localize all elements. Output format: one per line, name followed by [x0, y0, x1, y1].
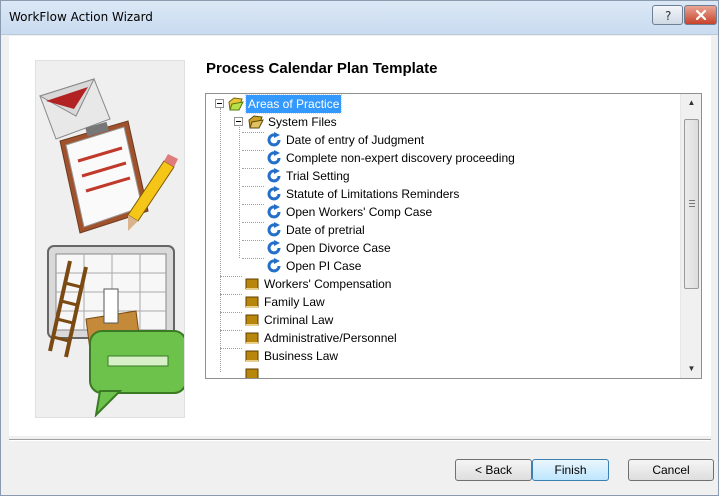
- tree-line: [242, 186, 264, 187]
- tree-line: [242, 168, 264, 169]
- tree-item-template[interactable]: Statute of Limitations Reminders: [266, 185, 461, 203]
- close-icon: [695, 9, 706, 21]
- tree-scrollbar[interactable]: ▲ ▼: [680, 94, 701, 378]
- tree-node-folder[interactable]: Family Law: [244, 293, 327, 311]
- tree-line: [242, 132, 264, 133]
- tree-item-template[interactable]: Open PI Case: [266, 257, 363, 275]
- recurring-cycle-icon: [267, 204, 281, 219]
- collapse-system-files-toggle[interactable]: [234, 117, 243, 126]
- tree-node-label: Administrative/Personnel: [264, 331, 397, 345]
- recurring-cycle-icon: [267, 186, 281, 201]
- tree-node-label: Business Law: [264, 349, 339, 363]
- back-button[interactable]: < Back: [455, 459, 532, 481]
- scroll-grip-icon: [689, 200, 695, 207]
- tree-line: [242, 204, 264, 205]
- scroll-up-arrow-icon[interactable]: ▲: [681, 94, 701, 112]
- wizard-illustration: [35, 60, 185, 418]
- wizard-window: WorkFlow Action Wizard ? Process Calenda…: [0, 0, 719, 496]
- scroll-down-arrow-icon[interactable]: ▼: [681, 360, 701, 378]
- tree-line: [220, 348, 242, 349]
- book-icon: [245, 368, 259, 378]
- collapse-root-toggle[interactable]: [215, 99, 224, 108]
- tree-item-label: Open Divorce Case: [286, 241, 391, 255]
- tree-item-label: Date of pretrial: [286, 223, 365, 237]
- recurring-cycle-icon: [267, 222, 281, 237]
- help-icon: ?: [665, 9, 671, 21]
- tree-item-label: Complete non-expert discovery proceeding: [286, 151, 515, 165]
- book-icon: [245, 278, 259, 290]
- tree-item-template[interactable]: Complete non-expert discovery proceeding: [266, 149, 517, 167]
- tree-node-system-files[interactable]: System Files: [248, 113, 339, 131]
- recurring-cycle-icon: [267, 258, 281, 273]
- tree-item-template[interactable]: Trial Setting: [266, 167, 352, 185]
- recurring-cycle-icon: [267, 168, 281, 183]
- tree-node-root[interactable]: Areas of Practice: [228, 94, 343, 114]
- tree-item-label: Open PI Case: [286, 259, 362, 273]
- tree-item-template[interactable]: Open Divorce Case: [266, 239, 393, 257]
- tree-line: [220, 276, 242, 277]
- svg-text:?: ?: [665, 9, 671, 21]
- tree-item-label: Date of entry of Judgment: [286, 133, 425, 147]
- tree-node-folder[interactable]: Workers' Compensation: [244, 275, 393, 293]
- tree-item-label: Open Workers' Comp Case: [286, 205, 433, 219]
- cancel-button[interactable]: Cancel: [628, 459, 714, 481]
- open-folder-icon: [228, 97, 244, 111]
- tree-line: [220, 108, 221, 372]
- close-button[interactable]: [684, 5, 717, 25]
- tree-item-label: Statute of Limitations Reminders: [286, 187, 460, 201]
- recurring-cycle-icon: [267, 150, 281, 165]
- tree-node-label: Family Law: [264, 295, 325, 309]
- tree-item-template[interactable]: Open Workers' Comp Case: [266, 203, 434, 221]
- wizard-content: Process Calendar Plan Template Areas of …: [9, 36, 711, 436]
- tree-line: [242, 150, 264, 151]
- page-title: Process Calendar Plan Template: [206, 60, 438, 77]
- book-icon: [245, 332, 259, 344]
- finish-button[interactable]: Finish: [532, 459, 609, 481]
- tree-node-label: Workers' Compensation: [264, 277, 392, 291]
- book-icon: [245, 314, 259, 326]
- tree-item-label: Trial Setting: [286, 169, 350, 183]
- scroll-thumb[interactable]: [684, 119, 699, 289]
- tree-node-folder[interactable]: Criminal Law: [244, 311, 335, 329]
- open-folder-icon: [248, 115, 264, 129]
- tree-line: [242, 222, 264, 223]
- tree-node-label: Criminal Law: [264, 313, 334, 327]
- title-bar: WorkFlow Action Wizard ?: [1, 1, 718, 35]
- book-icon: [245, 296, 259, 308]
- tree-line: [220, 312, 242, 313]
- tree-line: [220, 330, 242, 331]
- tree-line: [242, 258, 264, 259]
- tree-line: [220, 294, 242, 295]
- tree-node-folder[interactable]: Administrative/Personnel: [244, 329, 399, 347]
- tree-node-folder[interactable]: Business Law: [244, 347, 340, 365]
- tree-node-label: Areas of Practice: [244, 94, 343, 114]
- help-button[interactable]: ?: [652, 5, 683, 25]
- practice-tree[interactable]: Areas of Practice System Files Date of e…: [205, 93, 702, 379]
- tree-item-template[interactable]: Date of pretrial: [266, 221, 367, 239]
- tree-line: [242, 240, 264, 241]
- tree-line: [239, 123, 240, 258]
- book-icon: [245, 350, 259, 362]
- window-title: WorkFlow Action Wizard: [9, 10, 153, 24]
- illustration-image: [36, 61, 184, 417]
- recurring-cycle-icon: [267, 240, 281, 255]
- recurring-cycle-icon: [267, 132, 281, 147]
- tree-node-label: System Files: [268, 115, 337, 129]
- tree-item-template[interactable]: Date of entry of Judgment: [266, 131, 426, 149]
- footer-separator: [9, 439, 711, 441]
